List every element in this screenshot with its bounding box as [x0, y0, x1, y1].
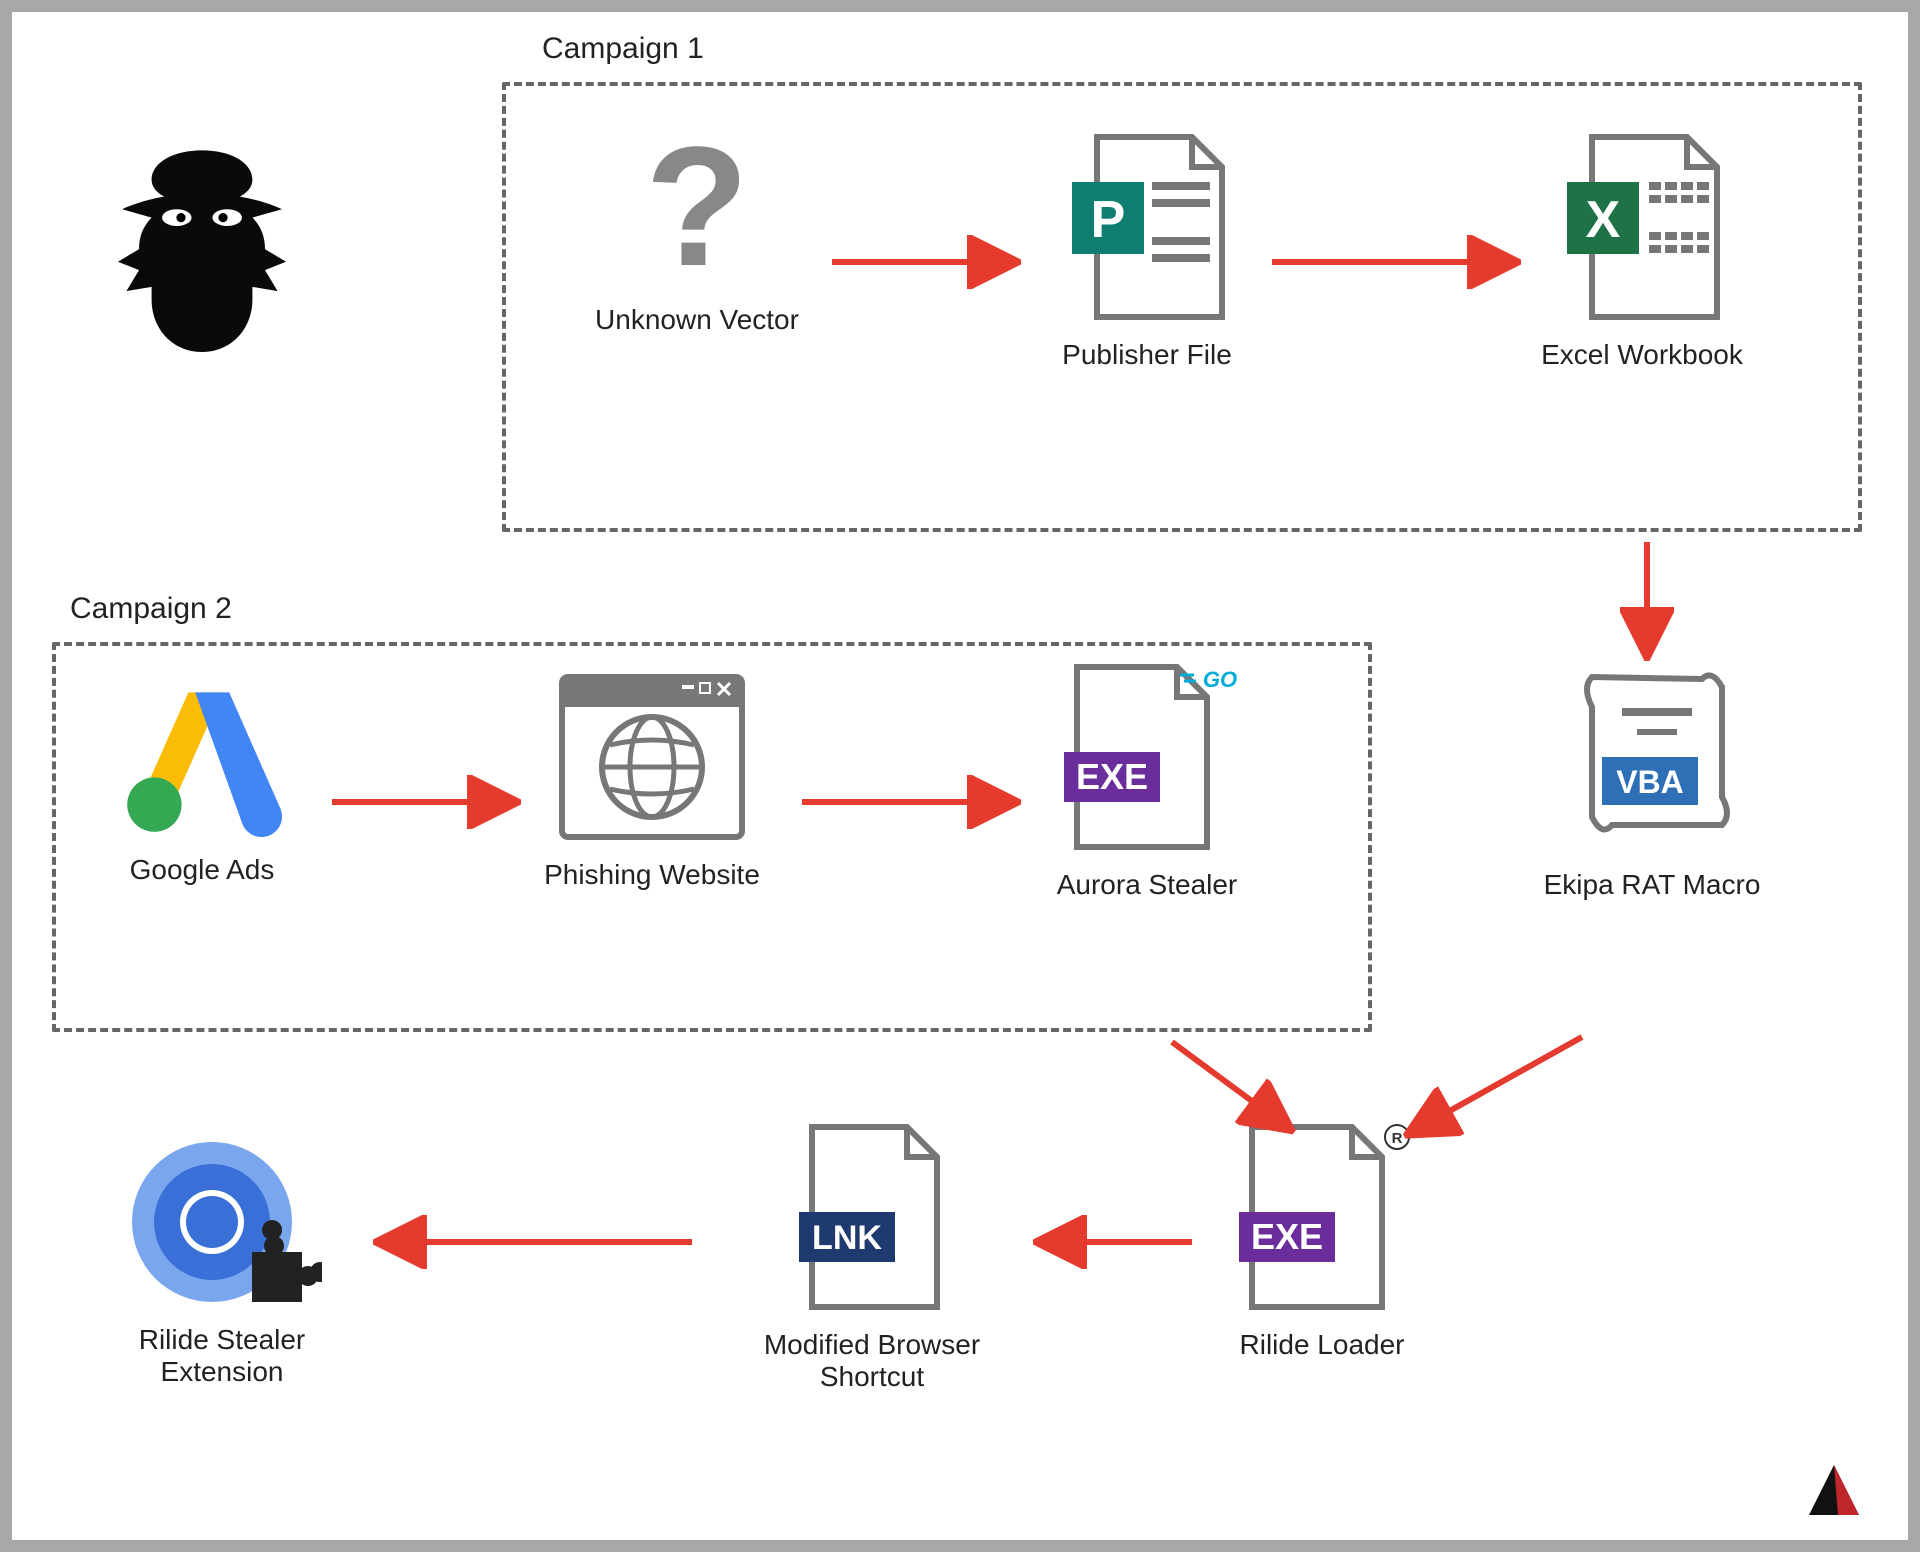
vendor-watermark-icon: [1804, 1460, 1864, 1520]
diagram-canvas: Campaign 1 Campaign 2 ? Unknown Vector P: [0, 0, 1920, 1552]
arrow-overlay: [12, 12, 1920, 1564]
